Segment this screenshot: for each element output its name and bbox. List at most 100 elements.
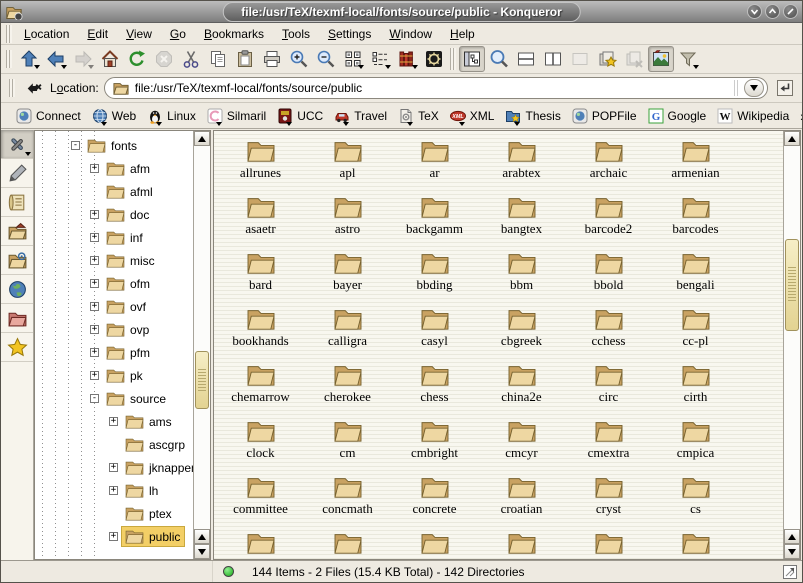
tree-item[interactable]: + ofm xyxy=(35,272,193,295)
folder-item[interactable]: cm xyxy=(304,416,391,472)
scroll-up-button[interactable] xyxy=(194,529,210,544)
bookmark-silmaril[interactable]: Silmaril xyxy=(203,106,272,126)
menu-item[interactable]: Go xyxy=(161,25,195,43)
zoom-out-button[interactable] xyxy=(313,46,339,72)
maximize-button[interactable] xyxy=(765,4,780,19)
tree-item[interactable]: + afm xyxy=(35,157,193,180)
folder-item[interactable]: bangtex xyxy=(478,192,565,248)
reload-button[interactable] xyxy=(124,46,150,72)
folder-item[interactable]: casyl xyxy=(391,304,478,360)
folder-item[interactable] xyxy=(565,528,652,559)
location-dropdown-button[interactable] xyxy=(744,79,764,97)
show-navigation-panel-button[interactable] xyxy=(459,46,485,72)
tree-item[interactable]: + doc xyxy=(35,203,193,226)
sidebar-services-button[interactable] xyxy=(1,246,33,275)
toolbar-drag-handle[interactable] xyxy=(6,50,12,68)
folder-item[interactable]: cbgreek xyxy=(478,304,565,360)
folder-item[interactable]: armenian xyxy=(652,136,739,192)
home-button[interactable] xyxy=(97,46,123,72)
title-bar[interactable]: file:/usr/TeX/texmf-local/fonts/source/p… xyxy=(1,1,802,23)
split-view-left-right-button[interactable] xyxy=(540,46,566,72)
sidebar-configure-button[interactable] xyxy=(1,130,33,159)
scrollbar-track[interactable] xyxy=(194,146,210,529)
tree-expander[interactable]: - xyxy=(90,394,99,403)
resize-grip-icon[interactable] xyxy=(783,565,797,579)
list-view-button[interactable] xyxy=(367,46,393,72)
tree-item[interactable]: + ams xyxy=(35,410,193,433)
sidebar-home-folder-button[interactable] xyxy=(1,217,33,246)
scrollbar-thumb[interactable] xyxy=(785,239,799,331)
bookmark-xml[interactable]: XML XML xyxy=(446,106,501,126)
bookmark-ucc[interactable]: UCC xyxy=(273,106,329,126)
scroll-up-button[interactable] xyxy=(784,131,800,146)
tree-expander[interactable]: + xyxy=(90,348,99,357)
tree-expander[interactable]: + xyxy=(90,279,99,288)
tree-expander[interactable]: + xyxy=(109,486,118,495)
bookmark-wikipedia[interactable]: W Wikipedia xyxy=(713,106,795,126)
bookmark-web[interactable]: Web xyxy=(88,106,142,126)
sidebar-bookmarks-button[interactable] xyxy=(1,333,33,362)
folder-item[interactable]: apl xyxy=(304,136,391,192)
scroll-up-button[interactable] xyxy=(194,131,210,146)
tree-item[interactable]: afml xyxy=(35,180,193,203)
tree-item[interactable]: + ovp xyxy=(35,318,193,341)
folder-item[interactable]: cirth xyxy=(652,360,739,416)
folder-item[interactable]: calligra xyxy=(304,304,391,360)
tree-expander[interactable]: + xyxy=(90,233,99,242)
sidebar-network-button[interactable] xyxy=(1,275,33,304)
tree-expander[interactable]: + xyxy=(90,325,99,334)
folder-item[interactable]: bard xyxy=(217,248,304,304)
tree-expander[interactable]: + xyxy=(109,417,118,426)
tree-expander[interactable]: - xyxy=(71,141,80,150)
zoom-in-button[interactable] xyxy=(286,46,312,72)
tree-expander[interactable]: + xyxy=(109,532,118,541)
forward-button[interactable] xyxy=(70,46,96,72)
folder-item[interactable]: bbm xyxy=(478,248,565,304)
menu-item[interactable]: Bookmarks xyxy=(195,25,273,43)
bookmark-thesis[interactable]: Thesis xyxy=(501,106,566,126)
minimize-button[interactable] xyxy=(747,4,762,19)
tree-expander[interactable]: + xyxy=(90,256,99,265)
folder-item[interactable]: archaic xyxy=(565,136,652,192)
tree-item[interactable]: + jknappen xyxy=(35,456,193,479)
folder-item[interactable] xyxy=(478,528,565,559)
tree-expander[interactable]: + xyxy=(90,371,99,380)
folder-item[interactable]: arabtex xyxy=(478,136,565,192)
tree-item[interactable]: + ovf xyxy=(35,295,193,318)
folder-item[interactable]: cmpica xyxy=(652,416,739,472)
folder-item[interactable] xyxy=(304,528,391,559)
folder-item[interactable]: circ xyxy=(565,360,652,416)
folder-item[interactable]: barcodes xyxy=(652,192,739,248)
split-view-top-bottom-button[interactable] xyxy=(513,46,539,72)
remove-active-view-button[interactable] xyxy=(567,46,593,72)
close-tab-button[interactable] xyxy=(621,46,647,72)
close-button[interactable] xyxy=(783,4,798,19)
cut-button[interactable] xyxy=(178,46,204,72)
folder-item[interactable]: cmcyr xyxy=(478,416,565,472)
menu-item[interactable]: Location xyxy=(15,25,78,43)
scrollbar-thumb[interactable] xyxy=(195,351,209,409)
new-tab-button[interactable] xyxy=(594,46,620,72)
menu-item[interactable]: Settings xyxy=(319,25,380,43)
filter-button[interactable] xyxy=(675,46,701,72)
tree-expander[interactable]: + xyxy=(90,210,99,219)
konqueror-gear-view-button[interactable] xyxy=(421,46,447,72)
main-scrollbar[interactable] xyxy=(783,131,800,559)
bookmark-google[interactable]: G Google xyxy=(644,106,713,126)
paste-button[interactable] xyxy=(232,46,258,72)
tree-expander[interactable]: + xyxy=(90,164,99,173)
tree-item[interactable]: + pk xyxy=(35,364,193,387)
menu-item[interactable]: View xyxy=(117,25,161,43)
folder-item[interactable]: bbold xyxy=(565,248,652,304)
location-value[interactable]: file:/usr/TeX/texmf-local/fonts/source/p… xyxy=(135,81,729,95)
scroll-down-button[interactable] xyxy=(194,544,210,559)
sidebar-history-button[interactable] xyxy=(1,188,33,217)
folder-item[interactable]: allrunes xyxy=(217,136,304,192)
folder-item[interactable] xyxy=(217,528,304,559)
tree-item[interactable]: ascgrp xyxy=(35,433,193,456)
folder-item[interactable]: cs xyxy=(652,472,739,528)
back-button[interactable] xyxy=(43,46,69,72)
folder-item[interactable]: cmbright xyxy=(391,416,478,472)
folder-item[interactable]: bengali xyxy=(652,248,739,304)
scrollbar-track[interactable] xyxy=(784,146,800,529)
